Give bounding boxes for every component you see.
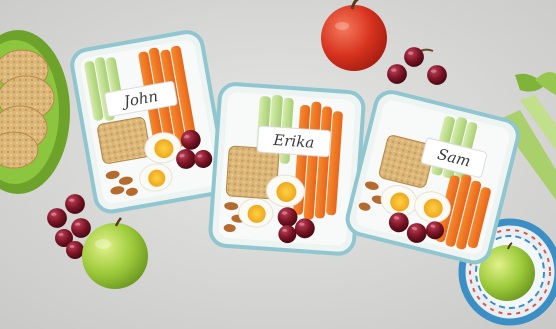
lunch-prep-photo: John Erika Sam	[0, 0, 556, 329]
photo-canvas: John Erika Sam	[0, 0, 556, 329]
rice-cracker	[97, 117, 151, 164]
name-tag-label: Erika	[272, 131, 315, 152]
name-tag-erika: Erika	[256, 125, 331, 158]
lunch-container-erika: Erika	[208, 82, 366, 256]
lunch-container-john: John	[70, 30, 228, 214]
